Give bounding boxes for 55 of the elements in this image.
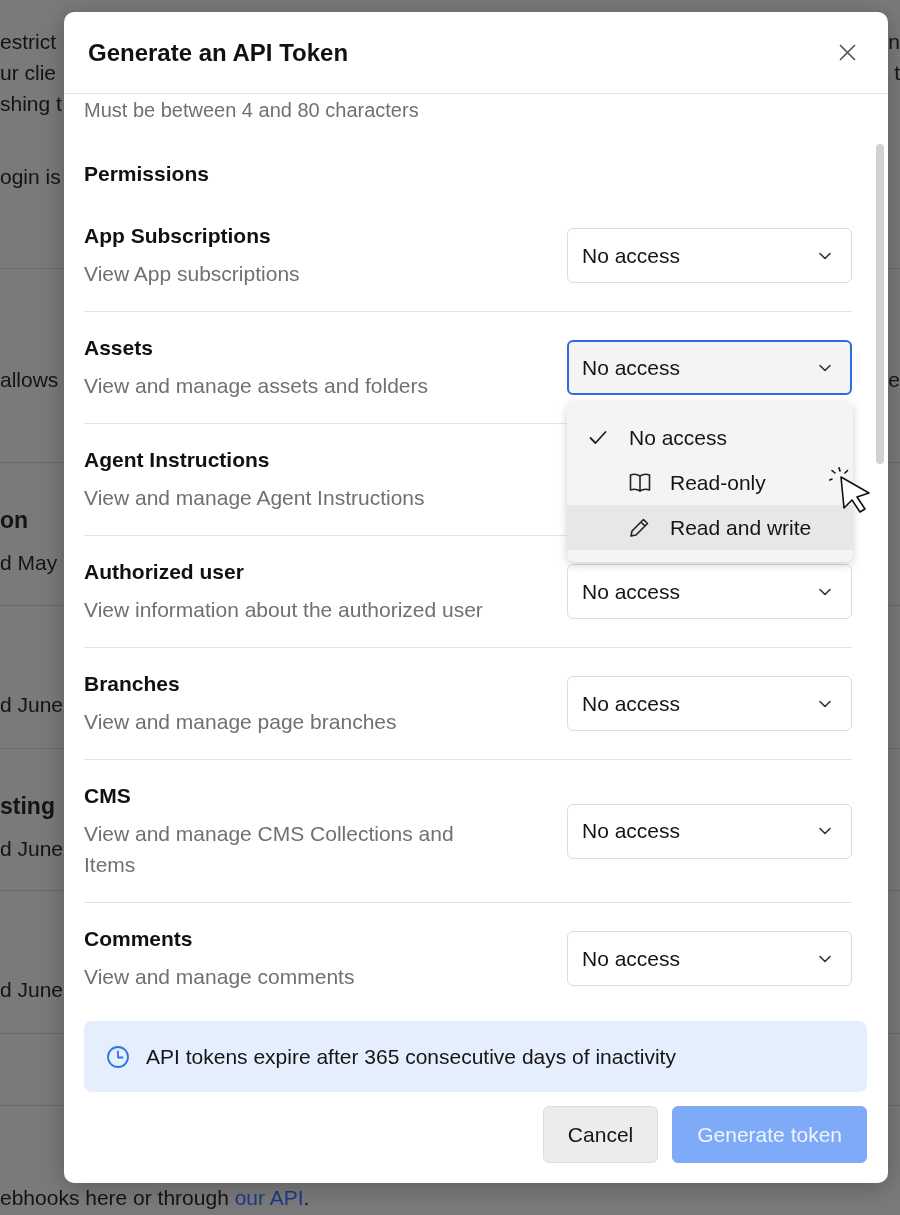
access-dropdown[interactable]: No access: [567, 228, 852, 283]
permission-description: View and manage comments: [84, 964, 356, 990]
chevron-down-icon: [819, 827, 831, 835]
text-fragment: shing t: [0, 91, 62, 116]
permission-description: View and manage Agent Instructions: [84, 485, 426, 511]
access-dropdown[interactable]: No access: [567, 564, 852, 619]
permission-description: View App subscriptions: [84, 261, 301, 287]
permission-description: View and manage CMS Collections and Items: [84, 821, 455, 878]
section-heading: on: [0, 507, 29, 534]
permission-title: Branches: [84, 671, 181, 697]
text-fragment: ogin is: [0, 164, 61, 189]
text-fragment: d June: [0, 836, 64, 861]
info-text: API tokens expire after 365 consecutive days of inactivity: [146, 1044, 676, 1069]
permission-title: Authorized user: [84, 559, 245, 585]
scrollbar-thumb[interactable]: [876, 144, 884, 464]
cancel-button[interactable]: Cancel: [542, 1106, 659, 1163]
text-fragment: estrict: [0, 29, 56, 54]
chevron-down-icon: [819, 587, 831, 596]
pencil-icon: [629, 517, 650, 538]
permission-description: View and manage page branches: [84, 709, 398, 735]
text-fragment: e: [888, 367, 900, 392]
access-dropdown[interactable]: No access: [567, 340, 852, 395]
chevron-down-icon: [819, 251, 831, 260]
access-dropdown[interactable]: No access: [567, 803, 852, 859]
chevron-down-icon: [819, 363, 831, 372]
permission-title: Comments: [84, 926, 194, 952]
permission-description: View information about the authorized user: [84, 597, 484, 623]
access-dropdown[interactable]: No access: [567, 931, 852, 986]
section-title: Permissions: [84, 161, 210, 187]
text-fragment: allows: [0, 367, 59, 392]
chevron-down-icon: [819, 954, 831, 963]
clock-icon: [106, 1044, 130, 1069]
permission-title: App Subscriptions: [84, 223, 272, 249]
permission-title: Assets: [84, 335, 154, 361]
access-dropdown[interactable]: No access: [567, 676, 852, 731]
hint-text: Must be between 4 and 80 characters: [84, 98, 420, 123]
chevron-down-icon: [819, 699, 831, 708]
check-icon: [589, 430, 607, 445]
text-fragment: d May: [0, 550, 58, 575]
text-fragment: t: [894, 60, 900, 85]
text-fragment: d June: [0, 692, 64, 717]
dialog-title: Generate an API Token: [88, 38, 349, 67]
text-fragment: ur clie: [0, 60, 57, 85]
book-icon: [629, 472, 651, 493]
close-icon: [839, 44, 856, 61]
text-fragment: d June: [0, 977, 64, 1002]
text-fragment: ebhooks here or through our API.: [0, 1185, 310, 1210]
permission-title: CMS: [84, 783, 132, 809]
text-fragment: n: [888, 29, 900, 54]
menu-option[interactable]: Read and write: [567, 505, 853, 550]
section-heading: sting: [0, 793, 55, 820]
menu-option[interactable]: No access: [567, 415, 853, 460]
close-button[interactable]: [839, 44, 856, 61]
permission-description: View and manage assets and folders: [84, 373, 429, 399]
permission-title: Agent Instructions: [84, 447, 271, 473]
